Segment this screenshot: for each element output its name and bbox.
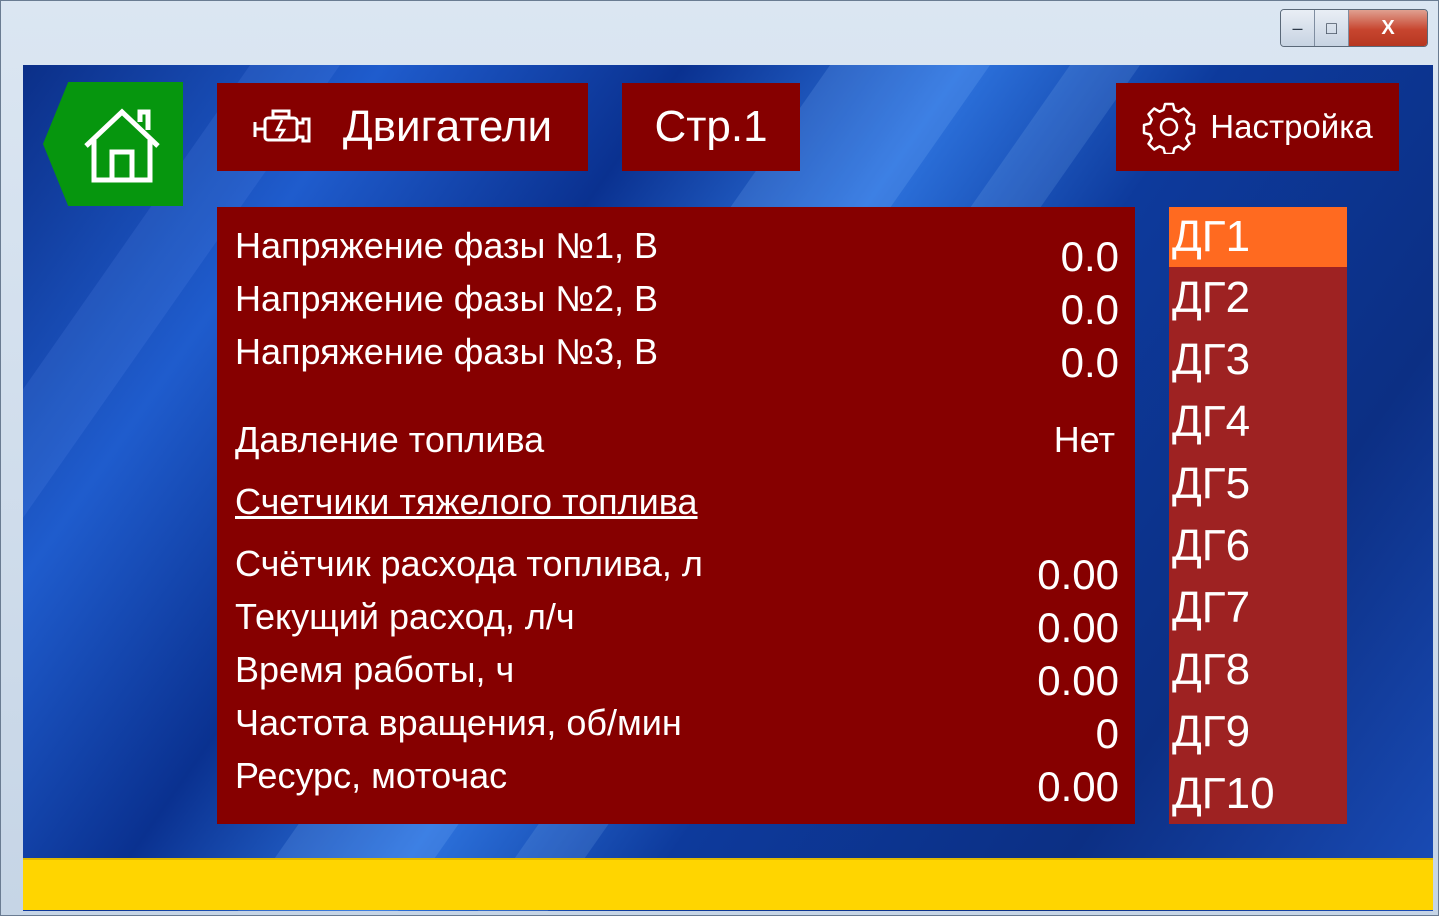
generator-item-dg10[interactable]: ДГ10: [1169, 763, 1347, 825]
close-button[interactable]: X: [1349, 10, 1427, 46]
fuel-counter-label: Счётчик расхода топлива, л: [235, 543, 703, 584]
fuel-pressure-row: Давление топлива Нет: [235, 419, 1119, 471]
generator-item-dg8[interactable]: ДГ8: [1169, 639, 1347, 701]
page-label: Стр.1: [654, 102, 768, 151]
status-bar: [23, 858, 1433, 910]
settings-label: Настройка: [1210, 108, 1373, 145]
generator-item-dg6[interactable]: ДГ6: [1169, 515, 1347, 577]
phase-1-value: 0.0: [1060, 233, 1119, 280]
generator-item-dg5[interactable]: ДГ5: [1169, 453, 1347, 515]
rpm-row: Частота вращения, об/мин 0: [235, 702, 1119, 757]
fuel-pressure-label: Давление топлива: [235, 419, 545, 460]
phase-1-row: Напряжение фазы №1, В 0.0: [235, 225, 1119, 280]
home-icon: [84, 108, 160, 183]
title-bar[interactable]: – □ X: [1, 1, 1438, 65]
current-flow-label: Текущий расход, л/ч: [235, 596, 575, 637]
gear-icon: [1143, 102, 1196, 154]
engines-label: Двигатели: [342, 102, 553, 151]
resource-label: Ресурс, моточас: [235, 755, 508, 796]
phase-2-label: Напряжение фазы №2, В: [235, 278, 659, 319]
engines-button[interactable]: Двигатели: [217, 83, 588, 171]
rpm-label: Частота вращения, об/мин: [235, 702, 682, 743]
current-flow-value: 0.00: [1037, 604, 1119, 651]
minimize-button[interactable]: –: [1281, 10, 1315, 46]
generator-item-dg7[interactable]: ДГ7: [1169, 577, 1347, 639]
phase-3-label: Напряжение фазы №3, В: [235, 331, 659, 372]
generator-list: ДГ1 ДГ2 ДГ3 ДГ4 ДГ5 ДГ6 ДГ7 ДГ8 ДГ9 ДГ10: [1169, 207, 1347, 824]
generator-item-dg2[interactable]: ДГ2: [1169, 267, 1347, 329]
fuel-counter-row: Счётчик расхода топлива, л 0.00: [235, 543, 1119, 598]
phase-1-label: Напряжение фазы №1, В: [235, 225, 659, 266]
home-button[interactable]: [43, 82, 183, 206]
fuel-pressure-value: Нет: [1053, 419, 1115, 460]
generator-item-dg3[interactable]: ДГ3: [1169, 329, 1347, 391]
window-controls: – □ X: [1280, 9, 1428, 47]
generator-item-dg1[interactable]: ДГ1: [1169, 207, 1347, 267]
run-time-label: Время работы, ч: [235, 649, 515, 690]
settings-button[interactable]: Настройка: [1116, 83, 1399, 171]
run-time-value: 0.00: [1037, 657, 1119, 704]
engine-icon: [253, 109, 311, 143]
phase-2-value: 0.0: [1060, 286, 1119, 333]
current-flow-row: Текущий расход, л/ч 0.00: [235, 596, 1119, 651]
app-window: – □ X Двигатели Стр.1 Настройка Напряжен…: [0, 0, 1439, 916]
rpm-value: 0: [1095, 710, 1119, 757]
fuel-counter-value: 0.00: [1037, 551, 1119, 598]
phase-2-row: Напряжение фазы №2, В 0.0: [235, 278, 1119, 333]
generator-item-dg4[interactable]: ДГ4: [1169, 391, 1347, 453]
resource-value: 0.00: [1037, 763, 1119, 810]
page-button[interactable]: Стр.1: [622, 83, 800, 171]
section-title: Счетчики тяжелого топлива: [235, 481, 698, 522]
main-screen: Двигатели Стр.1 Настройка Напряжение фаз…: [23, 65, 1433, 911]
generator-item-dg9[interactable]: ДГ9: [1169, 701, 1347, 763]
parameters-panel: Напряжение фазы №1, В 0.0 Напряжение фаз…: [217, 207, 1135, 824]
phase-3-value: 0.0: [1060, 339, 1119, 386]
resource-row: Ресурс, моточас 0.00: [235, 755, 1119, 810]
run-time-row: Время работы, ч 0.00: [235, 649, 1119, 704]
phase-3-row: Напряжение фазы №3, В 0.0: [235, 331, 1119, 386]
maximize-button[interactable]: □: [1315, 10, 1349, 46]
